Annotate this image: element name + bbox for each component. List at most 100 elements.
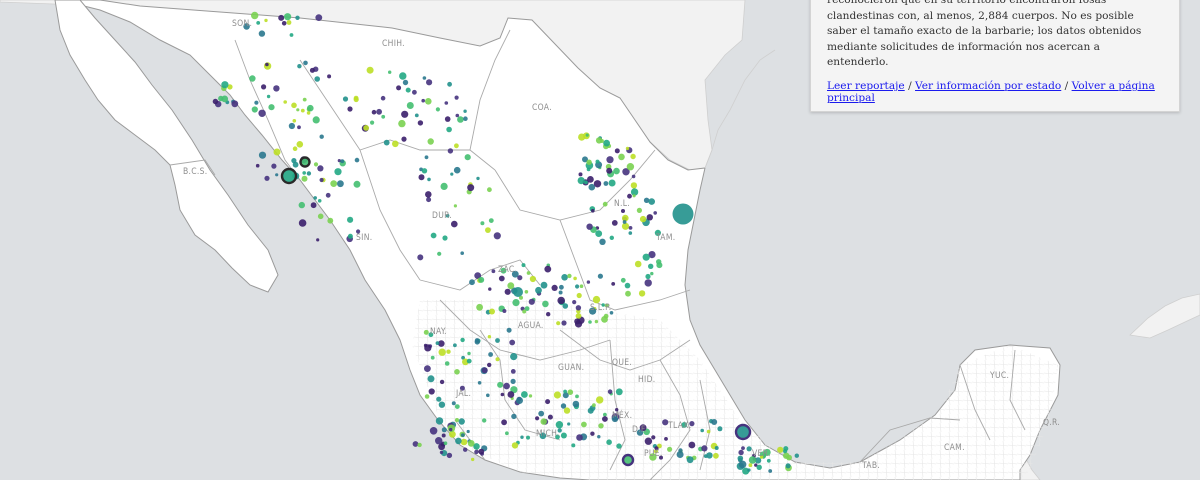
fosa-marker[interactable] [426, 197, 432, 203]
fosa-marker[interactable] [421, 98, 426, 103]
fosa-marker[interactable] [284, 13, 292, 21]
fosa-marker[interactable] [286, 20, 292, 25]
fosa-marker[interactable] [642, 253, 650, 261]
fosa-marker[interactable] [292, 161, 299, 168]
fosa-marker[interactable] [460, 251, 465, 255]
fosa-marker[interactable] [540, 418, 547, 425]
fosa-marker[interactable] [487, 187, 492, 193]
fosa-marker[interactable] [307, 104, 314, 112]
fosa-marker[interactable] [576, 434, 583, 441]
fosa-marker[interactable] [486, 393, 490, 398]
fosa-marker[interactable] [301, 175, 308, 182]
fosa-marker[interactable] [511, 413, 517, 420]
fosa-marker[interactable] [314, 76, 321, 82]
fosa-marker[interactable] [653, 211, 657, 215]
fosa-marker[interactable] [330, 180, 338, 188]
fosa-marker[interactable] [595, 159, 600, 164]
fosa-marker[interactable] [334, 168, 342, 176]
fosa-marker[interactable] [606, 439, 612, 446]
fosa-marker[interactable] [609, 235, 614, 240]
fosa-marker[interactable] [620, 277, 626, 283]
fosa-marker[interactable] [500, 392, 505, 397]
fosa-marker[interactable] [576, 292, 582, 299]
fosa-marker[interactable] [425, 191, 432, 198]
fosa-marker[interactable] [474, 338, 480, 343]
fosa-marker[interactable] [450, 172, 454, 176]
fosa-marker[interactable] [713, 452, 719, 459]
fosa-marker[interactable] [572, 300, 577, 305]
fosa-marker[interactable] [505, 431, 509, 436]
fosa-marker[interactable] [785, 463, 791, 469]
fosa-marker[interactable] [521, 263, 526, 268]
fosa-marker[interactable] [313, 162, 319, 167]
fosa-marker[interactable] [488, 218, 494, 224]
fosa-marker[interactable] [477, 381, 482, 385]
fosa-marker[interactable] [503, 382, 510, 390]
fosa-marker[interactable] [455, 437, 462, 445]
fosa-marker[interactable] [606, 167, 613, 174]
fosa-marker[interactable] [575, 313, 582, 319]
fosa-marker[interactable] [700, 428, 704, 433]
fosa-marker[interactable] [430, 232, 437, 239]
fosa-marker[interactable] [417, 120, 424, 126]
fosa-marker[interactable] [347, 216, 354, 223]
fosa-marker[interactable] [316, 238, 320, 242]
fosa-marker[interactable] [526, 271, 531, 275]
fosa-marker[interactable] [538, 410, 545, 417]
fosa-marker[interactable] [573, 276, 577, 281]
fosa-marker[interactable] [714, 446, 719, 450]
fosa-marker[interactable] [546, 312, 551, 317]
fosa-marker[interactable] [383, 139, 390, 146]
fosa-marker[interactable] [463, 109, 467, 113]
fosa-marker[interactable] [482, 418, 487, 423]
fosa-marker[interactable] [737, 455, 744, 462]
fosa-marker[interactable] [551, 284, 558, 291]
fosa-marker[interactable] [466, 429, 470, 434]
fosa-marker[interactable] [441, 433, 446, 438]
fosa-marker[interactable] [703, 454, 708, 458]
fosa-marker[interactable] [741, 446, 745, 450]
fosa-marker[interactable] [435, 341, 440, 345]
fosa-marker[interactable] [511, 442, 519, 449]
fosa-marker[interactable] [317, 199, 322, 203]
fosa-marker[interactable] [317, 213, 324, 220]
fosa-marker[interactable] [622, 220, 627, 224]
fosa-marker[interactable] [406, 102, 414, 109]
fosa-marker[interactable] [476, 303, 483, 311]
fosa-marker[interactable] [255, 163, 260, 168]
fosa-marker[interactable] [618, 153, 625, 161]
fosa-marker[interactable] [602, 201, 608, 207]
fosa-marker[interactable] [540, 281, 548, 289]
fosa-marker[interactable] [535, 416, 540, 421]
fosa-marker[interactable] [405, 87, 411, 93]
fosa-marker[interactable] [337, 159, 341, 163]
fosa-marker[interactable] [524, 290, 529, 294]
fosa-marker[interactable] [621, 209, 625, 213]
fosa-marker[interactable] [430, 355, 435, 360]
fosa-marker[interactable] [621, 453, 635, 467]
fosa-marker[interactable] [748, 463, 753, 468]
fosa-marker[interactable] [295, 15, 300, 20]
fosa-marker[interactable] [418, 174, 425, 181]
fosa-marker[interactable] [509, 339, 516, 346]
fosa-marker[interactable] [297, 63, 302, 69]
fosa-marker[interactable] [327, 217, 334, 224]
fosa-marker[interactable] [454, 404, 460, 409]
fosa-marker[interactable] [444, 101, 449, 105]
fosa-marker[interactable] [261, 84, 267, 90]
fosa-marker[interactable] [381, 114, 386, 119]
fosa-marker[interactable] [595, 230, 603, 238]
fosa-marker[interactable] [461, 433, 465, 437]
fosa-marker[interactable] [563, 407, 571, 414]
fosa-marker[interactable] [547, 414, 553, 420]
fosa-marker[interactable] [688, 441, 696, 449]
fosa-marker[interactable] [417, 254, 424, 261]
fosa-marker[interactable] [625, 290, 631, 297]
fosa-marker[interactable] [488, 287, 492, 291]
fosa-marker[interactable] [614, 148, 620, 154]
fosa-marker[interactable] [636, 207, 643, 213]
fosa-marker[interactable] [265, 62, 269, 67]
fosa-marker[interactable] [366, 66, 374, 74]
fosa-marker[interactable] [437, 251, 442, 256]
fosa-marker[interactable] [777, 446, 784, 453]
